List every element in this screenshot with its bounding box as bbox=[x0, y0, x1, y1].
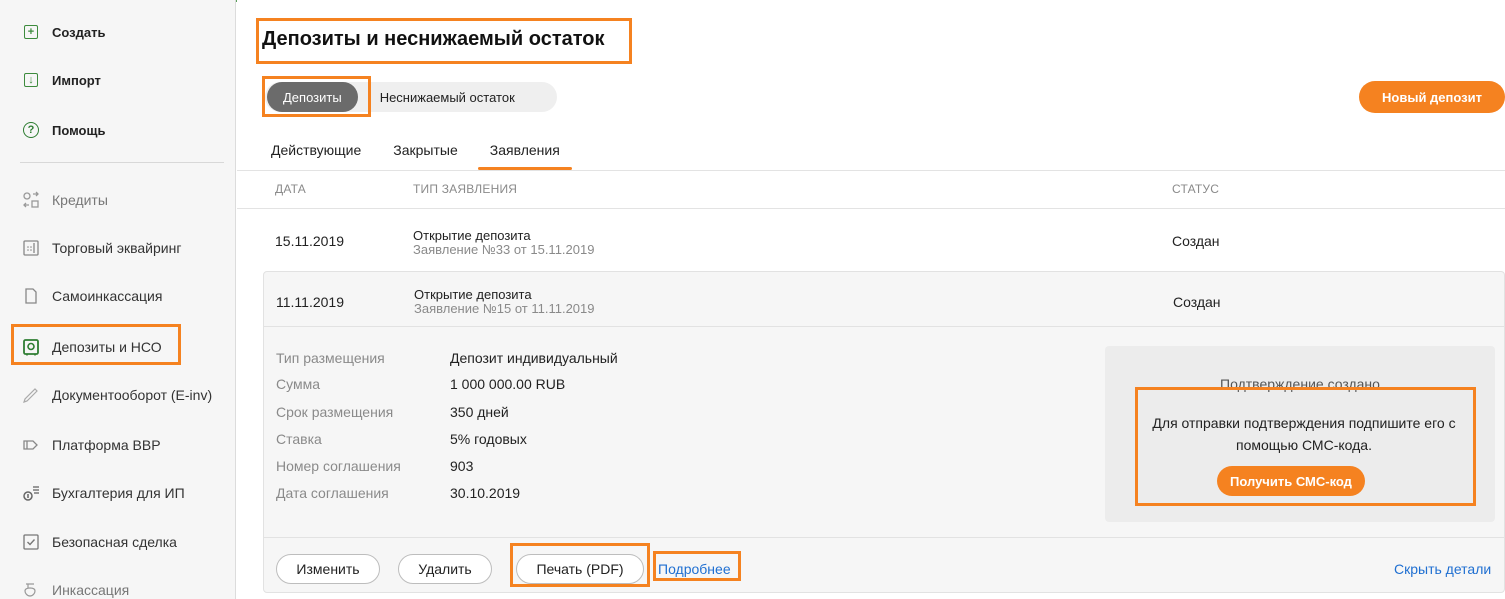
delete-button[interactable]: Удалить bbox=[398, 554, 492, 584]
segment-deposits[interactable]: Депозиты bbox=[267, 82, 358, 112]
sidebar-item-create[interactable]: + Создать bbox=[0, 12, 236, 52]
sidebar-item-label: Самоинкассация bbox=[52, 288, 163, 304]
safe-icon bbox=[22, 338, 40, 356]
sidebar-item-import[interactable]: ↓ Импорт bbox=[0, 60, 236, 100]
pen-icon bbox=[22, 386, 40, 404]
detail-label-amount: Сумма bbox=[276, 376, 320, 392]
bag-icon bbox=[22, 581, 40, 599]
sidebar-item-safe-deal[interactable]: Безопасная сделка bbox=[0, 522, 236, 562]
sidebar-item-label: Торговый эквайринг bbox=[52, 240, 182, 256]
tab-active[interactable]: Действующие bbox=[255, 130, 377, 170]
more-link[interactable]: Подробнее bbox=[658, 561, 731, 577]
sidebar-item-label: Инкассация bbox=[52, 582, 130, 598]
sidebar-item-vvr[interactable]: Платформа ВВР bbox=[0, 425, 236, 465]
sidebar-item-credits[interactable]: Кредиты bbox=[0, 180, 236, 220]
hide-details-link[interactable]: Скрыть детали bbox=[1394, 561, 1491, 577]
confirmation-text: Для отправки подтверждения подпишите его… bbox=[1152, 415, 1456, 453]
expanded-row: 11.11.2019 Открытие депозита Заявление №… bbox=[263, 271, 1505, 593]
plus-doc-icon: + bbox=[22, 23, 40, 41]
tab-closed[interactable]: Закрытые bbox=[377, 130, 473, 170]
detail-value-agreement-number: 903 bbox=[450, 458, 474, 474]
header-divider bbox=[237, 208, 1505, 209]
detail-value-rate: 5% годовых bbox=[450, 431, 527, 447]
column-header-date: ДАТА bbox=[275, 182, 306, 196]
sidebar-item-deposits[interactable]: Депозиты и НСО bbox=[0, 327, 236, 367]
page-title: Депозиты и неснижаемый остаток bbox=[262, 28, 605, 50]
sidebar-item-acquiring[interactable]: Торговый эквайринг bbox=[0, 228, 236, 268]
row-type: Открытие депозита Заявление №33 от 15.11… bbox=[413, 229, 594, 257]
segment-switch: Депозиты Неснижаемый остаток bbox=[265, 82, 557, 112]
document-icon bbox=[22, 287, 40, 305]
details-divider bbox=[264, 326, 1504, 327]
actions-divider bbox=[264, 537, 1504, 538]
sidebar-item-label: Платформа ВВР bbox=[52, 437, 161, 453]
sidebar-item-self-collection[interactable]: Самоинкассация bbox=[0, 276, 236, 316]
new-deposit-button[interactable]: Новый депозит bbox=[1359, 81, 1505, 113]
row-type-subtitle: Заявление №33 от 15.11.2019 bbox=[413, 242, 595, 257]
sidebar-item-help[interactable]: ? Помощь bbox=[0, 110, 236, 150]
confirmation-panel: Подтверждение создано Для отправки подтв… bbox=[1105, 346, 1495, 522]
row-type-title: Открытие депозита bbox=[413, 228, 531, 243]
tabs: Действующие Закрытые Заявления bbox=[255, 130, 576, 170]
column-header-status: СТАТУС bbox=[1172, 182, 1220, 196]
import-doc-icon: ↓ bbox=[22, 71, 40, 89]
detail-label-agreement-number: Номер соглашения bbox=[276, 458, 401, 474]
tab-applications[interactable]: Заявления bbox=[474, 130, 576, 170]
segment-min-balance[interactable]: Неснижаемый остаток bbox=[364, 82, 531, 112]
main-content: Депозиты и неснижаемый остаток Депозиты … bbox=[237, 0, 1505, 599]
sidebar-item-label: Кредиты bbox=[52, 192, 108, 208]
row-type-subtitle: Заявление №15 от 11.11.2019 bbox=[414, 301, 595, 316]
accounting-icon bbox=[22, 484, 40, 502]
check-doc-icon bbox=[22, 533, 40, 551]
row-status: Создан bbox=[1173, 294, 1221, 310]
detail-label-rate: Ставка bbox=[276, 431, 322, 447]
get-sms-code-button[interactable]: Получить СМС-код bbox=[1217, 466, 1365, 496]
tabs-divider bbox=[237, 170, 1505, 171]
column-header-type: ТИП ЗАЯВЛЕНИЯ bbox=[413, 182, 518, 196]
confirmation-title: Подтверждение создано bbox=[1220, 376, 1380, 392]
sidebar-item-label: Депозиты и НСО bbox=[52, 339, 162, 355]
credit-icon bbox=[22, 191, 40, 209]
detail-value-term: 350 дней bbox=[450, 404, 509, 420]
detail-value-agreement-date: 30.10.2019 bbox=[450, 485, 521, 501]
detail-label-type: Тип размещения bbox=[276, 350, 385, 366]
print-pdf-button[interactable]: Печать (PDF) bbox=[516, 554, 644, 584]
terminal-icon bbox=[22, 239, 40, 257]
row-status: Создан bbox=[1172, 233, 1220, 249]
detail-label-agreement-date: Дата соглашения bbox=[276, 485, 389, 501]
edit-button[interactable]: Изменить bbox=[276, 554, 380, 584]
help-icon: ? bbox=[22, 121, 40, 139]
row-type: Открытие депозита Заявление №15 от 11.11… bbox=[414, 288, 595, 316]
sidebar-divider bbox=[20, 162, 224, 163]
sidebar: + Создать ↓ Импорт ? Помощь Кредиты Торг… bbox=[0, 0, 236, 599]
detail-value-amount: 1 000 000.00 RUB bbox=[450, 376, 566, 392]
sidebar-item-label: Импорт bbox=[52, 72, 101, 88]
row-date: 11.11.2019 bbox=[276, 294, 344, 310]
tag-icon bbox=[22, 436, 40, 454]
sidebar-item-label: Создать bbox=[52, 24, 106, 40]
sidebar-item-edo[interactable]: Документооборот (E-inv) bbox=[0, 375, 236, 415]
sidebar-item-label: Помощь bbox=[52, 122, 106, 138]
detail-value-type: Депозит индивидуальный bbox=[450, 350, 618, 366]
detail-label-term: Срок размещения bbox=[276, 404, 394, 420]
row-date: 15.11.2019 bbox=[275, 233, 345, 249]
row-type-title: Открытие депозита bbox=[414, 287, 532, 302]
sidebar-item-label: Бухгалтерия для ИП bbox=[52, 485, 185, 501]
sidebar-item-label: Безопасная сделка bbox=[52, 534, 177, 550]
sidebar-item-collection[interactable]: Инкассация bbox=[0, 570, 236, 599]
sidebar-item-label: Документооборот (E-inv) bbox=[52, 387, 213, 403]
sidebar-item-accounting[interactable]: Бухгалтерия для ИП bbox=[0, 473, 236, 513]
